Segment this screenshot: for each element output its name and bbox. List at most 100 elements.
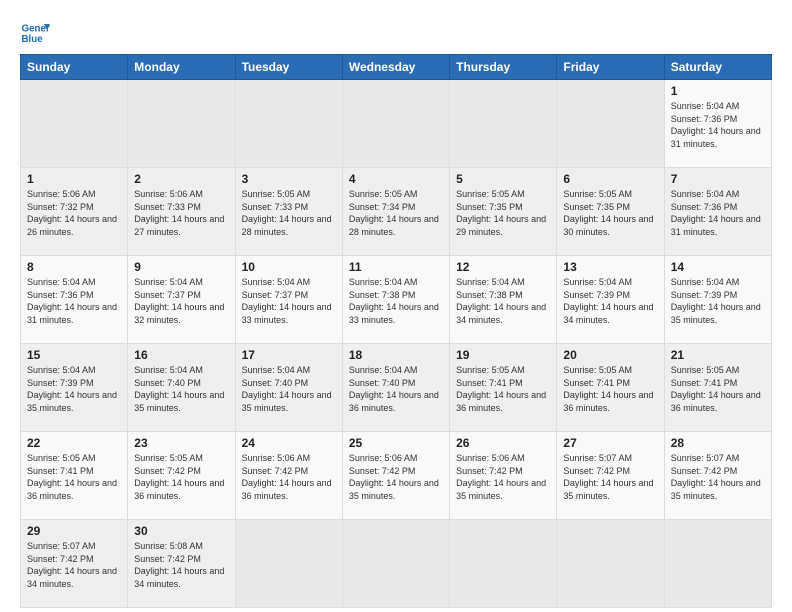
calendar-cell: 25Sunrise: 5:06 AM Sunset: 7:42 PM Dayli…: [342, 432, 449, 520]
header: General Blue: [20, 18, 772, 48]
calendar-cell: 23Sunrise: 5:05 AM Sunset: 7:42 PM Dayli…: [128, 432, 235, 520]
cell-info: Sunrise: 5:06 AM Sunset: 7:42 PM Dayligh…: [242, 452, 336, 502]
calendar-cell: 17 Sunrise: 5:04 AM Sunset: 7:40 PM Dayli…: [235, 344, 342, 432]
day-number: 12: [456, 260, 550, 274]
cell-info: Sunrise: 5:04 AM Sunset: 7:40 PM Dayligh…: [349, 364, 443, 414]
cell-info: Sunrise: 5:04 AM Sunset: 7:36 PM Dayligh…: [671, 100, 765, 150]
day-number: 1: [27, 172, 121, 186]
day-number: 6: [563, 172, 657, 186]
calendar-cell: [342, 520, 449, 608]
cell-info: Sunrise: 5:07 AM Sunset: 7:42 PM Dayligh…: [563, 452, 657, 502]
day-number: 27: [563, 436, 657, 450]
day-number: 22: [27, 436, 121, 450]
cell-info: Sunrise: 5:05 AM Sunset: 7:41 PM Dayligh…: [27, 452, 121, 502]
cell-info: Sunrise: 5:04 AM Sunset: 7:37 PM Dayligh…: [134, 276, 228, 326]
calendar-cell: 22 Sunrise: 5:05 AM Sunset: 7:41 PM Dayli…: [21, 432, 128, 520]
cell-info: Sunrise: 5:04 AM Sunset: 7:38 PM Dayligh…: [456, 276, 550, 326]
day-number: 7: [671, 172, 765, 186]
calendar-cell: 5Sunrise: 5:05 AM Sunset: 7:35 PM Daylig…: [450, 168, 557, 256]
header-day: Sunday: [21, 55, 128, 80]
calendar-cell: 24 Sunrise: 5:06 AM Sunset: 7:42 PM Dayli…: [235, 432, 342, 520]
calendar-cell: 3 Sunrise: 5:05 AM Sunset: 7:33 PM Daylig…: [235, 168, 342, 256]
calendar-cell: 28 Sunrise: 5:07 AM Sunset: 7:42 PM Dayli…: [664, 432, 771, 520]
calendar-cell: 14Sunrise: 5:04 AM Sunset: 7:39 PM Dayli…: [664, 256, 771, 344]
calendar-cell: 16Sunrise: 5:04 AM Sunset: 7:40 PM Dayli…: [128, 344, 235, 432]
cell-info: Sunrise: 5:06 AM Sunset: 7:42 PM Dayligh…: [456, 452, 550, 502]
cell-info: Sunrise: 5:06 AM Sunset: 7:42 PM Dayligh…: [349, 452, 443, 502]
cell-info: Sunrise: 5:04 AM Sunset: 7:40 PM Dayligh…: [242, 364, 336, 414]
calendar-row: 29 Sunrise: 5:07 AM Sunset: 7:42 PM Dayli…: [21, 520, 772, 608]
day-number: 11: [349, 260, 443, 274]
calendar-cell: 18 Sunrise: 5:04 AM Sunset: 7:40 PM Dayli…: [342, 344, 449, 432]
day-number: 4: [349, 172, 443, 186]
cell-info: Sunrise: 5:04 AM Sunset: 7:39 PM Dayligh…: [563, 276, 657, 326]
header-day: Monday: [128, 55, 235, 80]
day-number: 26: [456, 436, 550, 450]
day-number: 3: [242, 172, 336, 186]
day-number: 29: [27, 524, 121, 538]
day-number: 20: [563, 348, 657, 362]
calendar-cell: 20 Sunrise: 5:05 AM Sunset: 7:41 PM Dayli…: [557, 344, 664, 432]
cell-info: Sunrise: 5:07 AM Sunset: 7:42 PM Dayligh…: [27, 540, 121, 590]
day-number: 10: [242, 260, 336, 274]
cell-info: Sunrise: 5:04 AM Sunset: 7:37 PM Dayligh…: [242, 276, 336, 326]
calendar-cell: 4 Sunrise: 5:05 AM Sunset: 7:34 PM Daylig…: [342, 168, 449, 256]
calendar-row: 1Sunrise: 5:04 AM Sunset: 7:36 PM Daylig…: [21, 80, 772, 168]
calendar-cell: [342, 80, 449, 168]
logo: General Blue: [20, 18, 50, 48]
day-number: 9: [134, 260, 228, 274]
day-number: 2: [134, 172, 228, 186]
calendar-cell: 13Sunrise: 5:04 AM Sunset: 7:39 PM Dayli…: [557, 256, 664, 344]
day-number: 16: [134, 348, 228, 362]
calendar-cell: 7Sunrise: 5:04 AM Sunset: 7:36 PM Daylig…: [664, 168, 771, 256]
header-day: Friday: [557, 55, 664, 80]
cell-info: Sunrise: 5:06 AM Sunset: 7:32 PM Dayligh…: [27, 188, 121, 238]
calendar-cell: 10 Sunrise: 5:04 AM Sunset: 7:37 PM Dayli…: [235, 256, 342, 344]
calendar-cell: 12 Sunrise: 5:04 AM Sunset: 7:38 PM Dayli…: [450, 256, 557, 344]
calendar-cell: [450, 520, 557, 608]
day-number: 15: [27, 348, 121, 362]
calendar-cell: [450, 80, 557, 168]
calendar-table: SundayMondayTuesdayWednesdayThursdayFrid…: [20, 54, 772, 608]
day-number: 17: [242, 348, 336, 362]
day-number: 18: [349, 348, 443, 362]
cell-info: Sunrise: 5:07 AM Sunset: 7:42 PM Dayligh…: [671, 452, 765, 502]
calendar-cell: 2 Sunrise: 5:06 AM Sunset: 7:33 PM Daylig…: [128, 168, 235, 256]
cell-info: Sunrise: 5:05 AM Sunset: 7:42 PM Dayligh…: [134, 452, 228, 502]
calendar-cell: 26 Sunrise: 5:06 AM Sunset: 7:42 PM Dayli…: [450, 432, 557, 520]
calendar-cell: 1 Sunrise: 5:06 AM Sunset: 7:32 PM Daylig…: [21, 168, 128, 256]
header-day: Saturday: [664, 55, 771, 80]
calendar-cell: [235, 520, 342, 608]
cell-info: Sunrise: 5:04 AM Sunset: 7:39 PM Dayligh…: [27, 364, 121, 414]
day-number: 28: [671, 436, 765, 450]
cell-info: Sunrise: 5:04 AM Sunset: 7:38 PM Dayligh…: [349, 276, 443, 326]
day-number: 24: [242, 436, 336, 450]
header-row: SundayMondayTuesdayWednesdayThursdayFrid…: [21, 55, 772, 80]
cell-info: Sunrise: 5:04 AM Sunset: 7:36 PM Dayligh…: [27, 276, 121, 326]
cell-info: Sunrise: 5:06 AM Sunset: 7:33 PM Dayligh…: [134, 188, 228, 238]
calendar-cell: [664, 520, 771, 608]
calendar-cell: 15 Sunrise: 5:04 AM Sunset: 7:39 PM Dayli…: [21, 344, 128, 432]
calendar-cell: 29 Sunrise: 5:07 AM Sunset: 7:42 PM Dayli…: [21, 520, 128, 608]
calendar-cell: [21, 80, 128, 168]
page: General Blue SundayMondayTuesdayWednesda…: [0, 0, 792, 612]
calendar-cell: [557, 520, 664, 608]
day-number: 14: [671, 260, 765, 274]
calendar-cell: 19 Sunrise: 5:05 AM Sunset: 7:41 PM Dayli…: [450, 344, 557, 432]
cell-info: Sunrise: 5:05 AM Sunset: 7:41 PM Dayligh…: [456, 364, 550, 414]
calendar-cell: [557, 80, 664, 168]
cell-info: Sunrise: 5:05 AM Sunset: 7:35 PM Dayligh…: [456, 188, 550, 238]
calendar-row: 8Sunrise: 5:04 AM Sunset: 7:36 PM Daylig…: [21, 256, 772, 344]
calendar-cell: 8Sunrise: 5:04 AM Sunset: 7:36 PM Daylig…: [21, 256, 128, 344]
day-number: 30: [134, 524, 228, 538]
cell-info: Sunrise: 5:05 AM Sunset: 7:41 PM Dayligh…: [671, 364, 765, 414]
day-number: 19: [456, 348, 550, 362]
header-day: Wednesday: [342, 55, 449, 80]
calendar-cell: 27 Sunrise: 5:07 AM Sunset: 7:42 PM Dayli…: [557, 432, 664, 520]
cell-info: Sunrise: 5:05 AM Sunset: 7:33 PM Dayligh…: [242, 188, 336, 238]
cell-info: Sunrise: 5:08 AM Sunset: 7:42 PM Dayligh…: [134, 540, 228, 590]
cell-info: Sunrise: 5:05 AM Sunset: 7:41 PM Dayligh…: [563, 364, 657, 414]
cell-info: Sunrise: 5:05 AM Sunset: 7:34 PM Dayligh…: [349, 188, 443, 238]
day-number: 21: [671, 348, 765, 362]
calendar-cell: [128, 80, 235, 168]
